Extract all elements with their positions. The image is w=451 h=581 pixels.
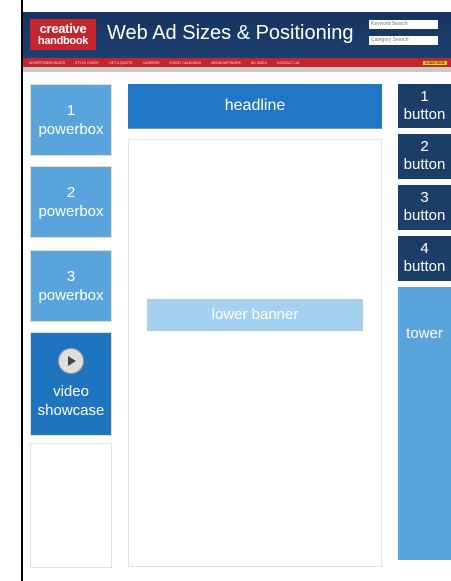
left-empty-slot <box>30 443 112 568</box>
creative-handbook-logo[interactable]: creative handbook <box>30 19 96 50</box>
nav-item[interactable]: CAREERS <box>143 61 160 65</box>
button-number: 1 <box>420 88 429 105</box>
video-showcase[interactable]: video showcase <box>30 332 112 436</box>
powerbox-number: 2 <box>66 184 76 201</box>
button-ad-1[interactable]: 1 button <box>398 84 451 128</box>
button-number: 3 <box>420 189 429 206</box>
button-label: button <box>403 156 446 173</box>
button-label: button <box>403 258 446 275</box>
nav-item[interactable]: STYLE CHART <box>75 61 99 65</box>
lower-banner-ad[interactable]: lower banner <box>147 299 363 331</box>
nav-divider-strip <box>23 67 451 72</box>
logo-line-1: creative <box>39 21 87 36</box>
nav-item[interactable]: EVENT CALENDAR <box>170 61 202 65</box>
nav-item[interactable]: AD SIZES <box>251 61 267 65</box>
button-number: 2 <box>420 138 429 155</box>
button-ad-3[interactable]: 3 button <box>398 185 451 230</box>
powerbox-2[interactable]: 2 powerbox <box>30 166 112 238</box>
powerbox-label: powerbox <box>38 287 104 304</box>
headline-ad[interactable]: headline <box>128 84 382 129</box>
nav-item[interactable]: ADVERTISING RATES <box>29 61 65 65</box>
powerbox-1[interactable]: 1 powerbox <box>30 84 112 156</box>
powerbox-3[interactable]: 3 powerbox <box>30 250 112 322</box>
tower-ad[interactable]: tower <box>398 287 451 560</box>
nav-item[interactable]: MEDIA NETWORK <box>211 61 241 65</box>
nav-item[interactable]: CONTACT US <box>277 61 299 65</box>
powerbox-label: powerbox <box>38 203 104 220</box>
page-title: Web Ad Sizes & Positioning <box>107 22 354 44</box>
main-content-area <box>128 139 382 567</box>
logo-line-2: handbook <box>37 35 89 47</box>
powerbox-number: 3 <box>66 268 76 285</box>
keyword-search-input[interactable] <box>369 20 438 29</box>
button-label: button <box>403 106 446 123</box>
button-label: button <box>403 207 446 224</box>
video-label-line-2: showcase <box>37 402 105 419</box>
button-ad-2[interactable]: 2 button <box>398 134 451 179</box>
left-border-line <box>21 0 23 581</box>
powerbox-label: powerbox <box>38 121 104 138</box>
play-circle-icon[interactable] <box>58 348 84 374</box>
nav-item-subscribe[interactable]: SUBSCRIBE <box>422 60 447 65</box>
button-number: 4 <box>420 240 429 257</box>
main-nav-bar: ADVERTISING RATES STYLE CHART GET A QUOT… <box>23 58 451 67</box>
video-label-line-1: video <box>53 383 89 400</box>
powerbox-number: 1 <box>66 102 76 119</box>
category-search-input[interactable] <box>369 36 438 45</box>
nav-item[interactable]: GET A QUOTE <box>109 61 132 65</box>
site-header: creative handbook Web Ad Sizes & Positio… <box>23 12 451 58</box>
button-ad-4[interactable]: 4 button <box>398 236 451 281</box>
